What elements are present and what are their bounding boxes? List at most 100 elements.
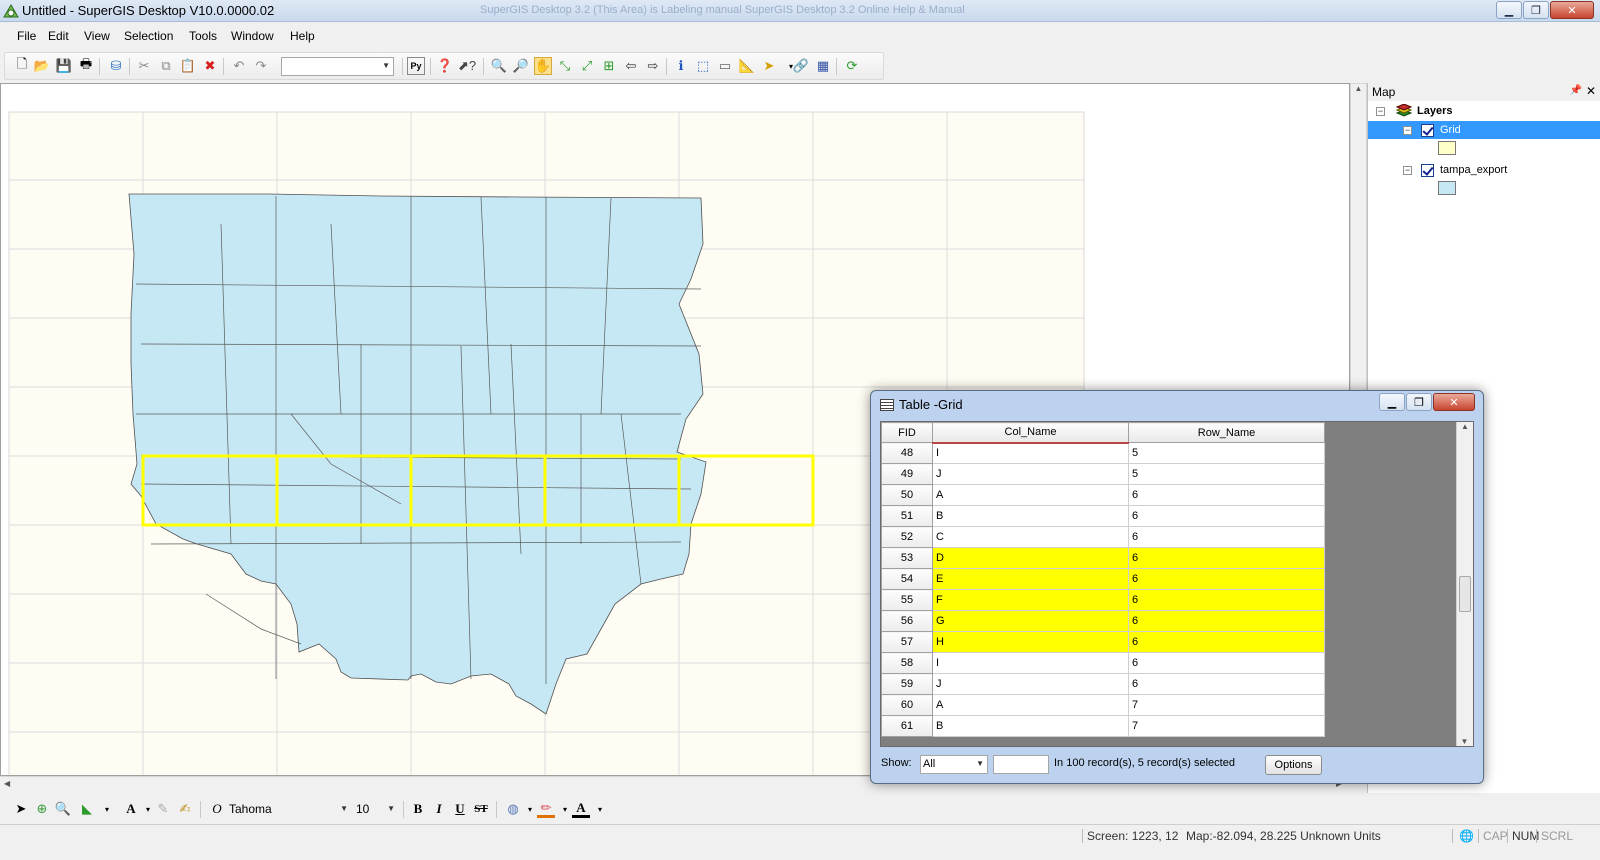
cell-fid[interactable]: 61 [881,715,933,737]
minimize-button[interactable]: ▁ [1496,1,1522,19]
table-row[interactable]: 56 G 6 [881,610,1325,632]
collapse-icon[interactable]: − [1376,106,1385,116]
pan-icon[interactable]: ✋ [534,57,552,75]
menu-window[interactable]: Window [231,29,274,43]
menu-selection[interactable]: Selection [124,29,173,43]
cell-row-name[interactable]: 6 [1128,484,1325,506]
cell-row-name[interactable]: 5 [1128,442,1325,464]
undo-icon[interactable]: ↶ [230,57,248,75]
cell-col-name[interactable]: C [932,526,1129,548]
cell-col-name[interactable]: H [932,631,1129,653]
draw-shape-icon[interactable]: ◣ [78,800,96,818]
cell-col-name[interactable]: F [932,589,1129,611]
flash-icon[interactable]: ➤ [760,57,778,75]
scroll-up-icon[interactable]: ▲ [1351,84,1366,93]
collapse-icon[interactable]: − [1403,165,1412,175]
cell-fid[interactable]: 54 [881,568,933,590]
cut-icon[interactable]: ✂ [135,57,153,75]
menu-file[interactable]: File [17,29,36,43]
font-size-combo[interactable]: 10 ▼ [354,799,398,819]
scale-combo[interactable]: ▼ [281,57,394,76]
collapse-icon[interactable]: − [1403,125,1412,135]
redo-icon[interactable]: ↷ [252,57,270,75]
table-row[interactable]: 51 B 6 [881,505,1325,527]
menu-tools[interactable]: Tools [189,29,217,43]
table-row[interactable]: 50 A 6 [881,484,1325,506]
zoom-in-icon[interactable]: 🔍 [490,57,508,75]
layer-visibility-checkbox[interactable] [1421,123,1434,137]
cell-fid[interactable]: 59 [881,673,933,695]
edit-text-icon[interactable]: ✍ [176,800,194,818]
panel-close-icon[interactable]: ✕ [1586,84,1596,98]
measure-icon[interactable]: 📐 [738,57,756,75]
table-close-button[interactable]: ✕ [1433,393,1475,411]
scroll-up-icon[interactable]: ▲ [1457,422,1473,431]
menu-edit[interactable]: Edit [48,29,69,43]
print-icon[interactable]: 🖶 [77,56,95,75]
add-data-icon[interactable]: ⛁ [107,57,125,75]
cell-col-name[interactable]: I [932,652,1129,674]
cell-col-name[interactable]: I [932,442,1129,464]
cell-col-name[interactable]: J [932,673,1129,695]
line-color-icon[interactable]: ✏ [537,800,555,818]
table-restore-button[interactable]: ❐ [1406,393,1432,411]
close-button[interactable]: ✕ [1550,1,1594,19]
column-header-fid[interactable]: FID [881,422,933,443]
python-icon[interactable]: Py [407,57,425,75]
cell-row-name[interactable]: 7 [1128,694,1325,716]
table-row[interactable]: 58 I 6 [881,652,1325,674]
cell-col-name[interactable]: J [932,463,1129,485]
select-features-icon[interactable]: ⬚ [694,57,712,75]
scroll-left-icon[interactable]: ◀ [4,779,10,788]
font-color-icon[interactable]: A [572,800,590,818]
cell-col-name[interactable]: B [932,505,1129,527]
help-icon[interactable]: ❓ [436,57,454,75]
column-header-col-name[interactable]: Col_Name [932,422,1129,444]
back-icon[interactable]: ⇦ [622,57,640,75]
table-row[interactable]: 57 H 6 [881,631,1325,653]
save-icon[interactable]: 💾 [55,57,73,75]
table-row[interactable]: 49 J 5 [881,463,1325,485]
attribute-table[interactable]: FID Col_Name Row_Name 48 I 5 49 J 5 50 A 6 51 B 6 52… [881,422,1325,737]
cell-fid[interactable]: 56 [881,610,933,632]
cell-row-name[interactable]: 6 [1128,526,1325,548]
cell-row-name[interactable]: 6 [1128,610,1325,632]
table-row[interactable]: 53 D 6 [881,547,1325,569]
cell-row-name[interactable]: 6 [1128,568,1325,590]
whats-this-icon[interactable]: ⬈? [458,57,476,75]
cell-fid[interactable]: 60 [881,694,933,716]
select-element-icon[interactable]: ➤ [12,800,30,818]
column-header-row-name[interactable]: Row_Name [1128,422,1325,443]
scroll-down-icon[interactable]: ▼ [1457,737,1472,746]
cell-col-name[interactable]: D [932,547,1129,569]
delete-icon[interactable]: ✖ [201,57,219,75]
table-row[interactable]: 48 I 5 [881,442,1325,464]
cell-fid[interactable]: 49 [881,463,933,485]
text-tool-icon[interactable]: A [122,800,140,818]
layer-row-tampa-export[interactable]: − tampa_export [1368,161,1507,179]
table-minimize-button[interactable]: ▁ [1379,393,1405,411]
options-button[interactable]: Options [1265,755,1322,775]
cell-row-name[interactable]: 6 [1128,652,1325,674]
cell-row-name[interactable]: 6 [1128,673,1325,695]
refresh-icon[interactable]: ⟳ [843,57,861,75]
cell-fid[interactable]: 58 [881,652,933,674]
cell-col-name[interactable]: G [932,610,1129,632]
cell-fid[interactable]: 52 [881,526,933,548]
table-row[interactable]: 60 A 7 [881,694,1325,716]
cell-row-name[interactable]: 7 [1128,715,1325,737]
zoom-out-icon[interactable]: 🔎 [512,57,530,75]
cell-col-name[interactable]: A [932,484,1129,506]
cell-col-name[interactable]: A [932,694,1129,716]
layer-visibility-checkbox[interactable] [1421,163,1434,177]
table-row[interactable]: 55 F 6 [881,589,1325,611]
font-name-combo[interactable]: Tahoma ▼ [227,799,351,819]
open-icon[interactable]: 📂 [33,57,51,75]
new-icon[interactable]: 🗋 [13,56,31,75]
grid-symbol-swatch[interactable] [1438,141,1456,155]
cell-row-name[interactable]: 5 [1128,463,1325,485]
paste-icon[interactable]: 📋 [179,57,197,75]
copy-icon[interactable]: ⧉ [157,57,175,75]
table-row[interactable]: 59 J 6 [881,673,1325,695]
menu-view[interactable]: View [84,29,110,43]
